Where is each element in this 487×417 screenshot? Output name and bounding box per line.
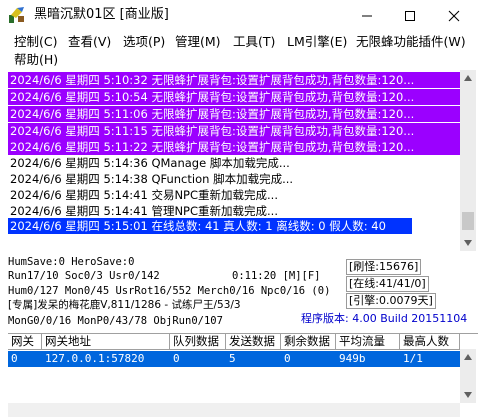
log-list[interactable]: 2024/6/6 星期四 5:10:32 无限蜂扩展背包:设置扩展背包成功,背包…: [8, 70, 460, 251]
log-scrollbar[interactable]: [460, 70, 476, 251]
cell-max-users: 1/1: [403, 352, 423, 365]
menu-bar: 控制(C) 查看(V) 选项(P) 管理(M) 工具(T) LM引擎(E) 无限…: [0, 31, 487, 69]
log-line[interactable]: 2024/6/6 星期四 5:11:06 无限蜂扩展背包:设置扩展背包成功,背包…: [8, 106, 460, 122]
minimize-icon: [362, 15, 372, 16]
minimize-button[interactable]: [347, 0, 387, 31]
app-icon: [9, 7, 24, 23]
humsave-text: HumSave:0 HeroSave:0: [8, 256, 135, 268]
cell-avg-traffic: 949b: [339, 352, 366, 365]
col-avg-traffic[interactable]: 平均流量: [336, 334, 400, 350]
cell-gateway: 0: [11, 352, 18, 365]
log-line[interactable]: 2024/6/6 星期四 5:14:36 QManage 脚本加载完成...: [8, 155, 290, 171]
table-scrollbar[interactable]: [460, 349, 476, 403]
gateway-table: 网关 网关地址 队列数据 发送数据 剩余数据 平均流量 最高人数 0 127.0…: [8, 333, 478, 403]
col-max-users[interactable]: 最高人数: [400, 334, 460, 350]
close-icon: [448, 10, 460, 21]
cell-queue: 0: [173, 352, 180, 365]
version-text: 程序版本: 4.00 Build 20151104: [301, 312, 468, 325]
online-count: [在线:41/41/0]: [346, 276, 429, 292]
arrow-down-icon: [464, 392, 472, 398]
engine-uptime: [引擎:0.0079天]: [346, 293, 436, 309]
menu-manage[interactable]: 管理(M): [175, 33, 221, 51]
cell-sent: 5: [229, 352, 236, 365]
col-sent[interactable]: 发送数据: [226, 334, 281, 350]
title-bar: 黑暗沉默01区 [商业版]: [0, 0, 487, 31]
table-header: 网关 网关地址 队列数据 发送数据 剩余数据 平均流量 最高人数: [8, 334, 478, 350]
scroll-up-button[interactable]: [460, 70, 476, 86]
col-queue[interactable]: 队列数据: [170, 334, 226, 350]
table-scroll-up-button[interactable]: [460, 349, 476, 365]
menu-plugin[interactable]: 无限蜂功能插件(W): [356, 33, 466, 51]
mon-text: MonG0/0/16 MonP0/43/78 ObjRun0/107: [8, 315, 223, 327]
refresh-count: [刷怪:15676]: [346, 259, 422, 275]
menu-lm-engine[interactable]: LM引擎(E): [287, 33, 347, 51]
arrow-up-icon: [464, 75, 472, 81]
maximize-icon: [405, 10, 415, 21]
log-scroll-thumb[interactable]: [462, 212, 474, 230]
table-scroll-down-button[interactable]: [460, 387, 476, 403]
arrow-up-icon: [464, 354, 472, 360]
menu-view[interactable]: 查看(V): [68, 33, 111, 51]
cell-remaining: 0: [284, 352, 291, 365]
menu-control[interactable]: 控制(C): [14, 33, 57, 51]
log-line[interactable]: 2024/6/6 星期四 5:14:41 管理NPC重新加载完成...: [8, 203, 278, 219]
cell-address: 127.0.0.1:57820: [45, 352, 145, 365]
menu-help[interactable]: 帮助(H): [14, 51, 58, 69]
scroll-down-button[interactable]: [460, 235, 476, 251]
col-gateway[interactable]: 网关: [8, 334, 42, 350]
log-line[interactable]: 2024/6/6 星期四 5:10:32 无限蜂扩展背包:设置扩展背包成功,背包…: [8, 72, 460, 88]
arrow-down-icon: [464, 240, 472, 246]
uptime-text: 0:11:20 [M][F]: [232, 270, 321, 282]
run-text: Run17/10 Soc0/3 Usr0/142: [8, 270, 160, 282]
hum-text: Hum0/127 Mon0/45 UsrRot16/552 Merch0/16 …: [8, 285, 331, 297]
maximize-button[interactable]: [390, 0, 430, 31]
window-title: 黑暗沉默01区 [商业版]: [34, 7, 169, 22]
log-line-selected[interactable]: 2024/6/6 星期四 5:15:01 在线总数: 41 真人数: 1 离线数…: [8, 218, 412, 234]
table-row[interactable]: 0 127.0.0.1:57820 0 5 0 949b 1/1: [8, 351, 460, 367]
log-line[interactable]: 2024/6/6 星期四 5:11:22 无限蜂扩展背包:设置扩展背包成功,背包…: [8, 139, 460, 155]
log-line[interactable]: 2024/6/6 星期四 5:14:41 交易NPC重新加载完成...: [8, 187, 278, 203]
status-panel: HumSave:0 HeroSave:0 Run17/10 Soc0/3 Usr…: [0, 252, 487, 332]
col-address[interactable]: 网关地址: [42, 334, 170, 350]
special-text: [专属]发呆的梅花鹿V,811/1286 - 试练尸王/53/3: [8, 299, 241, 311]
menu-tools[interactable]: 工具(T): [233, 33, 275, 51]
log-line[interactable]: 2024/6/6 星期四 5:11:15 无限蜂扩展背包:设置扩展背包成功,背包…: [8, 123, 460, 139]
log-line[interactable]: 2024/6/6 星期四 5:10:54 无限蜂扩展背包:设置扩展背包成功,背包…: [8, 89, 460, 105]
menu-options[interactable]: 选项(P): [123, 33, 165, 51]
close-button[interactable]: [434, 0, 474, 31]
log-line[interactable]: 2024/6/6 星期四 5:14:38 QFunction 脚本加载完成...: [8, 171, 293, 187]
table-hscrollbar[interactable]: [8, 403, 460, 417]
col-remaining[interactable]: 剩余数据: [281, 334, 336, 350]
